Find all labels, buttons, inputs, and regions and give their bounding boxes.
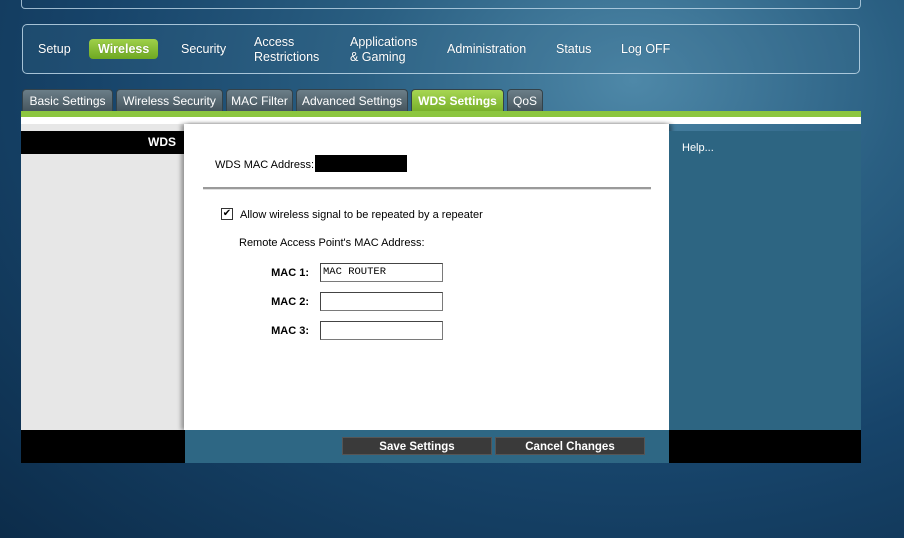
nav-apps-line1: Applications — [350, 35, 418, 49]
wds-mac-value-redacted — [315, 155, 407, 172]
left-column — [21, 124, 184, 430]
repeater-checkbox-label: Allow wireless signal to be repeated by … — [240, 209, 483, 221]
remote-ap-label: Remote Access Point's MAC Address: — [239, 237, 425, 249]
mac3-label: MAC 3: — [271, 325, 309, 337]
mac1-input[interactable]: MAC ROUTER — [320, 263, 443, 282]
nav-wireless[interactable]: Wireless — [89, 39, 159, 59]
nav-status[interactable]: Status — [556, 42, 591, 57]
nav-setup[interactable]: Setup — [38, 42, 71, 57]
save-settings-button[interactable]: Save Settings — [342, 437, 492, 455]
nav-applications-gaming[interactable]: Applications & Gaming — [350, 35, 417, 65]
nav-apps-line2: & Gaming — [350, 50, 406, 64]
mac2-label: MAC 2: — [271, 296, 309, 308]
header-white-strip — [21, 117, 861, 124]
tab-advanced-settings[interactable]: Advanced Settings — [296, 89, 408, 111]
nav-administration[interactable]: Administration — [447, 42, 526, 57]
section-title: WDS — [21, 131, 184, 154]
tab-mac-filter[interactable]: MAC Filter — [226, 89, 293, 111]
mac3-input[interactable] — [320, 321, 443, 340]
nav-log-off[interactable]: Log OFF — [621, 42, 670, 57]
footer-right — [669, 430, 861, 463]
tab-wireless-security[interactable]: Wireless Security — [116, 89, 223, 111]
nav-security[interactable]: Security — [181, 42, 226, 57]
nav-access-line1: Access — [254, 35, 295, 49]
nav-access-restrictions[interactable]: Access Restrictions — [254, 35, 319, 65]
help-link[interactable]: Help... — [682, 142, 714, 154]
top-frame — [21, 0, 861, 9]
tab-basic-settings[interactable]: Basic Settings — [22, 89, 113, 111]
divider — [203, 187, 651, 190]
repeater-checkbox[interactable]: ✔ — [221, 208, 233, 220]
tab-qos[interactable]: QoS — [507, 89, 543, 111]
wds-mac-label: WDS MAC Address: — [215, 159, 315, 171]
mac2-input[interactable] — [320, 292, 443, 311]
help-panel — [669, 131, 861, 430]
footer-left — [21, 430, 185, 463]
nav-access-line2: Restrictions — [254, 50, 320, 64]
cancel-changes-button[interactable]: Cancel Changes — [495, 437, 645, 455]
tab-wds-settings[interactable]: WDS Settings — [411, 89, 504, 111]
mac1-label: MAC 1: — [271, 267, 309, 279]
